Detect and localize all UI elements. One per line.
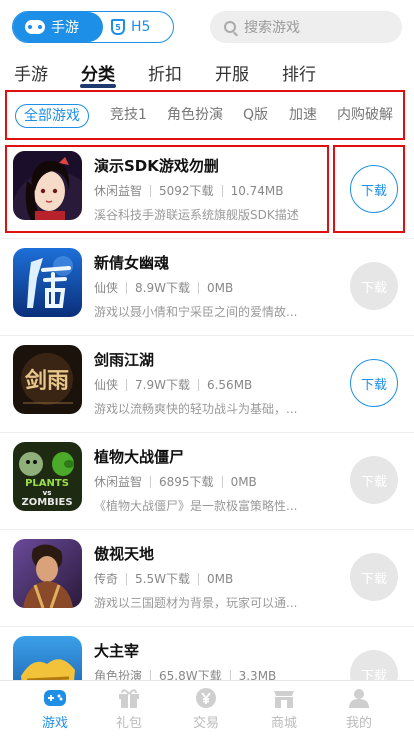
- yen-coin-icon: [196, 688, 216, 708]
- category-q-style[interactable]: Q版: [243, 104, 268, 128]
- game-downloads: 6895下载: [159, 475, 214, 489]
- game-size: 0MB: [230, 474, 257, 489]
- category-all-games[interactable]: 全部游戏: [15, 104, 89, 128]
- nav-mall[interactable]: 商城: [254, 687, 314, 731]
- tab-discounts[interactable]: 折扣: [148, 60, 182, 85]
- game-category: 传奇: [94, 572, 119, 586]
- game-name: 剑雨江湖: [94, 351, 155, 369]
- game-name: 傲视天地: [94, 545, 155, 563]
- nav-trade-label: 交易: [192, 716, 219, 731]
- meta-divider: [197, 378, 199, 391]
- platform-switch: 手游 5 H5: [12, 11, 174, 43]
- game-meta: 仙侠 7.9W下载 6.56MB: [94, 376, 252, 393]
- tab-mobile-games[interactable]: 手游: [14, 60, 48, 85]
- game-meta: 传奇 5.5W下载 0MB: [94, 570, 233, 587]
- meta-divider: [221, 475, 223, 488]
- nav-profile[interactable]: 我的: [329, 687, 389, 731]
- nav-gifts[interactable]: 礼包: [99, 687, 159, 731]
- game-size: 0MB: [206, 571, 234, 586]
- search-icon: [224, 21, 236, 33]
- user-icon: [349, 689, 369, 708]
- top-bar: 手游 5 H5 搜索游戏: [0, 0, 414, 56]
- game-description: 《植物大战僵尸》是一款极富策略性...: [94, 499, 298, 513]
- category-competitive[interactable]: 竞技1: [110, 104, 147, 128]
- meta-divider: [197, 572, 199, 585]
- download-button[interactable]: 下载: [350, 456, 398, 504]
- game-size: 0MB: [206, 280, 234, 295]
- game-category: 仙侠: [94, 378, 119, 392]
- meta-divider: [126, 378, 128, 391]
- nav-trade[interactable]: 交易: [176, 687, 236, 731]
- game-icon: [13, 248, 82, 317]
- tab-categories[interactable]: 分类: [81, 60, 115, 85]
- game-size: 6.56MB: [206, 377, 253, 392]
- gift-icon: [119, 689, 139, 708]
- download-button[interactable]: 下载: [350, 262, 398, 310]
- h5-games-label: H5: [131, 19, 151, 35]
- game-description: 游戏以三国题材为背景，玩家可以通...: [94, 596, 298, 610]
- game-downloads: 7.9W下载: [135, 378, 190, 392]
- game-icon: [13, 539, 82, 608]
- download-button[interactable]: 下载: [350, 359, 398, 407]
- game-description: 游戏以流畅爽快的轻功战斗为基础，...: [94, 402, 298, 416]
- mobile-games-label: 手游: [51, 20, 79, 36]
- bottom-navigation: 游戏 礼包 交易 商城 我的: [0, 680, 414, 736]
- main-tabs: 手游 分类 折扣 开服 排行: [0, 56, 414, 88]
- game-category: 仙侠: [94, 281, 119, 295]
- meta-divider: [150, 475, 152, 488]
- meta-divider: [126, 572, 128, 585]
- game-icon: 剑雨: [13, 345, 82, 414]
- gamepad-icon: [44, 690, 66, 706]
- html5-icon: 5: [111, 19, 125, 35]
- game-icon-title-bottom: ZOMBIES: [21, 497, 72, 508]
- game-icon-title-mid: vs: [43, 489, 52, 497]
- nav-mall-label: 商城: [270, 716, 297, 731]
- game-name: 大主宰: [94, 642, 140, 660]
- nav-gifts-label: 礼包: [115, 716, 142, 731]
- search-input[interactable]: 搜索游戏: [210, 11, 402, 43]
- h5-games-toggle[interactable]: 5 H5: [111, 12, 150, 42]
- tab-new-servers[interactable]: 开服: [215, 60, 249, 85]
- nav-profile-label: 我的: [345, 716, 372, 731]
- game-downloads: 8.9W下载: [135, 281, 190, 295]
- highlight-game-info: [5, 145, 329, 233]
- html5-badge-number: 5: [115, 22, 121, 32]
- mobile-games-toggle[interactable]: 手游: [13, 12, 103, 42]
- category-speedup[interactable]: 加速: [289, 104, 317, 128]
- search-placeholder: 搜索游戏: [244, 20, 300, 36]
- nav-games[interactable]: 游戏: [25, 687, 85, 731]
- game-description: 游戏以聂小倩和宁采臣之间的爱情故...: [94, 305, 298, 319]
- game-icon-title-top: PLANTS: [25, 478, 69, 489]
- meta-divider: [126, 281, 128, 294]
- nav-games-label: 游戏: [41, 716, 68, 731]
- game-meta: 仙侠 8.9W下载 0MB: [94, 279, 233, 296]
- gamepad-icon: [25, 20, 45, 34]
- list-item[interactable]: 剑雨 剑雨江湖 仙侠 7.9W下载 6.56MB 游戏以流畅爽快的轻功战斗为基础…: [0, 336, 414, 433]
- meta-divider: [197, 281, 199, 294]
- category-rpg[interactable]: 角色扮演: [167, 104, 223, 128]
- game-name: 植物大战僵尸: [94, 448, 185, 466]
- game-downloads: 5.5W下载: [135, 572, 190, 586]
- list-item[interactable]: PLANTS vs ZOMBIES 植物大战僵尸 休闲益智 6895下载 0MB…: [0, 433, 414, 530]
- active-tab-indicator: [80, 84, 116, 88]
- game-meta: 休闲益智 6895下载 0MB: [94, 473, 257, 490]
- store-icon: [274, 691, 294, 708]
- download-button[interactable]: 下载: [350, 553, 398, 601]
- list-item[interactable]: 傲视天地 传奇 5.5W下载 0MB 游戏以三国题材为背景，玩家可以通... 下…: [0, 530, 414, 627]
- game-icon: PLANTS vs ZOMBIES: [13, 442, 82, 511]
- tab-rankings[interactable]: 排行: [282, 60, 316, 85]
- game-category: 休闲益智: [94, 475, 143, 489]
- game-icon-title: 剑雨: [24, 368, 69, 394]
- category-iap-cracked[interactable]: 内购破解: [337, 104, 393, 128]
- highlight-download-button: [333, 145, 405, 233]
- category-filter-bar: 全部游戏 竞技1 角色扮演 Q版 加速 内购破解: [5, 90, 405, 140]
- game-name: 新倩女幽魂: [94, 254, 170, 272]
- list-item[interactable]: 新倩女幽魂 仙侠 8.9W下载 0MB 游戏以聂小倩和宁采臣之间的爱情故... …: [0, 239, 414, 336]
